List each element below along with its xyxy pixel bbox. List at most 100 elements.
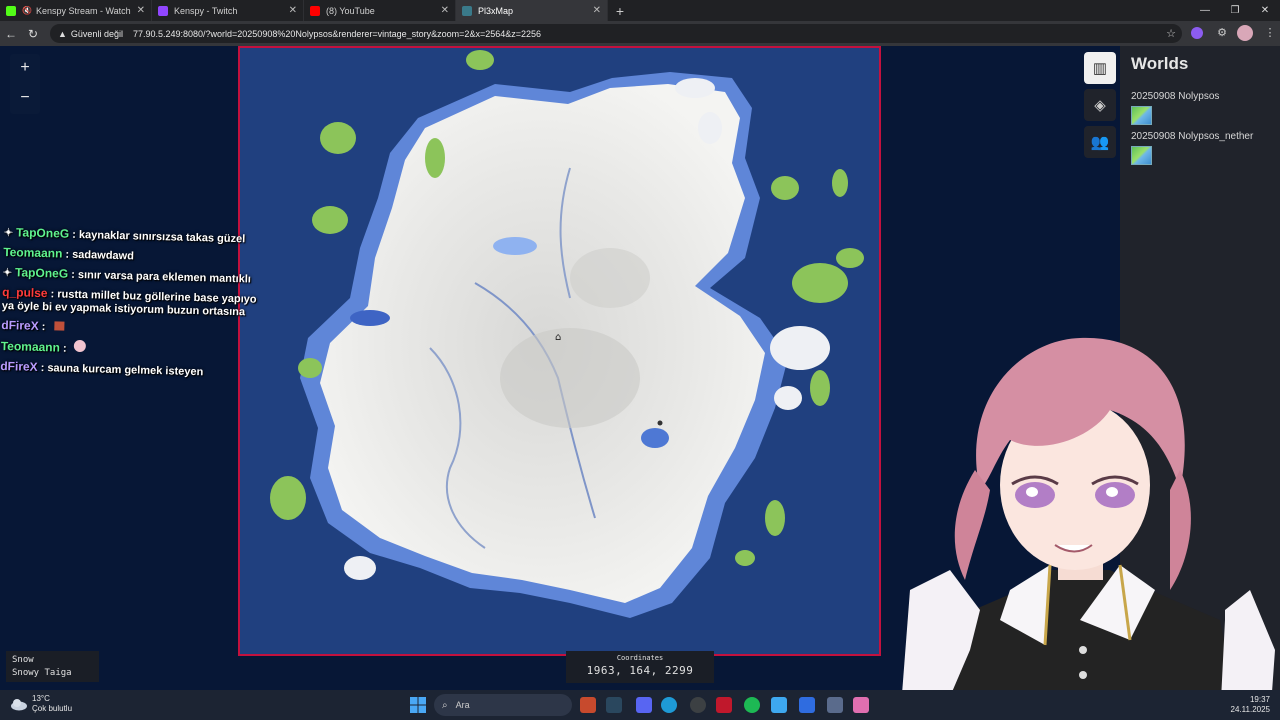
discord-icon[interactable] [636, 697, 652, 713]
biome-panel: Snow Snowy Taiga [6, 651, 99, 682]
reload-icon[interactable]: ↻ [22, 27, 44, 41]
chat-username: dFireX [0, 358, 38, 374]
menu-icon[interactable]: ⋮ [1262, 25, 1278, 41]
search-placeholder: Ara [455, 700, 470, 710]
app-icon-pink[interactable] [853, 697, 869, 713]
chat-text: : kaynaklar sınırsızsa takas güzel [72, 228, 246, 246]
sidebar-tab-icons: ▥ ◈ 👥 [1084, 52, 1116, 163]
kick-favicon-icon [6, 5, 16, 16]
warning-icon[interactable]: ▲ [58, 29, 67, 39]
security-status[interactable]: Güvenli değil [71, 29, 123, 39]
steam-icon[interactable] [606, 697, 622, 713]
svg-text:⌂: ⌂ [555, 332, 561, 343]
puzzle-extensions-icon[interactable]: ⚙ [1214, 25, 1230, 41]
windows-taskbar: 13°C Çok bulutlu ⌕ Ara 19:37 24.11.2025 [0, 690, 1280, 720]
zoom-out-button[interactable]: − [10, 84, 40, 114]
spotify-icon[interactable] [744, 697, 760, 713]
world-map[interactable]: ⌂ [238, 46, 881, 656]
world-link-nolypsos-nether[interactable]: 20250908 Nolypsos_nether [1131, 131, 1253, 142]
chat-username: dFireX [1, 317, 39, 333]
coordinates-title: Coordinates [616, 654, 664, 662]
chat-message: Teomaann : [1, 338, 273, 360]
world-thumbnail[interactable] [1131, 146, 1152, 165]
worlds-heading: Worlds [1131, 54, 1189, 73]
weather-widget[interactable]: 13°C Çok bulutlu [10, 694, 72, 714]
restore-icon[interactable]: ❐ [1220, 0, 1250, 21]
biome-name: Snowy Taiga [12, 668, 72, 678]
time: 19:37 [1249, 695, 1270, 704]
new-tab-button[interactable]: + [608, 0, 632, 21]
app-icon-1[interactable] [580, 697, 596, 713]
tab-kick[interactable]: 🔇 Kenspy Stream - Watch Live ✕ [0, 0, 152, 21]
taskbar-search[interactable]: ⌕ Ara [434, 694, 572, 716]
weather-condition: Çok bulutlu [32, 704, 73, 713]
windows-start-icon[interactable] [410, 697, 426, 713]
emote-icon [73, 339, 86, 353]
chat-text: : sınır varsa para eklemen mantıklı [71, 268, 252, 286]
navigation-bar: ← ↻ ▲ Güvenli değil 77.90.5.249:8080/?wo… [0, 21, 1280, 46]
minimize-icon[interactable]: — [1190, 0, 1220, 21]
emote-icon [54, 321, 65, 331]
map-icon[interactable]: ▥ [1084, 52, 1116, 84]
chat-message: dFireX : [1, 318, 273, 339]
cloud-icon [11, 699, 27, 711]
chat-username: Teomaann [0, 338, 61, 355]
address-bar[interactable]: ▲ Güvenli değil 77.90.5.249:8080/?world=… [50, 24, 1182, 43]
url-text[interactable]: 77.90.5.249:8080/?world=20250908%20Nolyp… [133, 29, 541, 39]
layers-icon[interactable]: ◈ [1084, 89, 1116, 121]
temperature: 13°C [32, 694, 50, 703]
tab-pl3xmap[interactable]: Pl3xMap ✕ [456, 0, 608, 21]
chrome-icon[interactable] [690, 697, 706, 713]
tab-label: Kenspy - Twitch [174, 5, 238, 16]
browser-tab-bar: 🔇 Kenspy Stream - Watch Live ✕ Kenspy - … [0, 0, 1280, 21]
chat-text: : [62, 342, 67, 355]
back-arrow-icon[interactable]: ← [0, 27, 22, 41]
youtube-favicon-icon [310, 5, 320, 16]
app-icon-red[interactable] [716, 697, 732, 713]
chat-text: : [41, 321, 46, 334]
world-link-nolypsos[interactable]: 20250908 Nolypsos [1131, 91, 1219, 102]
close-tab-icon[interactable]: ✕ [441, 5, 449, 16]
bookmark-star-icon[interactable]: ☆ [1166, 27, 1176, 40]
tab-twitch[interactable]: Kenspy - Twitch ✕ [152, 0, 304, 21]
search-icon: ⌕ [442, 699, 448, 711]
close-tab-icon[interactable]: ✕ [593, 5, 601, 16]
chat-message: dFireX : sauna kurcam gelmek isteyen [0, 359, 272, 380]
close-tab-icon[interactable]: ✕ [137, 5, 145, 16]
close-tab-icon[interactable]: ✕ [289, 5, 297, 16]
chat-message: ✦ TapOneG : sınır varsa para eklemen man… [3, 265, 275, 286]
app-icon-3[interactable] [827, 697, 843, 713]
app-icon-blue[interactable] [799, 697, 815, 713]
close-window-icon[interactable]: ✕ [1250, 0, 1280, 21]
chat-text: : sadawdawd [65, 248, 135, 263]
chat-username: TapOneG [15, 225, 70, 241]
chat-badge-icon: ✦ [3, 226, 14, 240]
vtuber-avatar [900, 337, 1275, 720]
app-icon-cloud[interactable] [771, 697, 787, 713]
coordinates-value: 1963, 164, 2299 [586, 664, 694, 677]
tab-label: (8) YouTube [326, 5, 375, 16]
twitch-favicon-icon [158, 5, 168, 16]
extension-icon[interactable] [1191, 27, 1203, 39]
chat-username: TapOneG [14, 265, 69, 281]
terrain-render: ⌂ [240, 48, 879, 654]
tab-label: Pl3xMap [478, 5, 514, 16]
stream-chat-overlay: ✦ TapOneG : kaynaklar sınırsızsa takas g… [0, 225, 276, 386]
chat-badge-icon: ✦ [2, 266, 13, 280]
coordinates-panel: Coordinates 1963, 164, 2299 [566, 651, 714, 683]
players-icon[interactable]: 👥 [1084, 126, 1116, 158]
edge-icon[interactable] [661, 697, 677, 713]
muted-speaker-icon[interactable]: 🔇 [22, 6, 32, 15]
world-thumbnail[interactable] [1131, 106, 1152, 125]
tab-label: Kenspy Stream - Watch Live [35, 5, 133, 16]
zoom-in-button[interactable]: + [10, 54, 40, 84]
system-clock[interactable]: 19:37 24.11.2025 [1231, 695, 1270, 715]
date: 24.11.2025 [1230, 705, 1270, 714]
chat-message: Teomaann : sadawdawd [3, 245, 275, 266]
tab-youtube[interactable]: (8) YouTube ✕ [304, 0, 456, 21]
profile-avatar-icon[interactable] [1237, 25, 1253, 41]
pl3xmap-favicon-icon [462, 5, 472, 16]
chat-username: Teomaann [3, 244, 63, 261]
zoom-controls: + − [10, 54, 40, 114]
chat-username: q_pulse [2, 284, 48, 301]
